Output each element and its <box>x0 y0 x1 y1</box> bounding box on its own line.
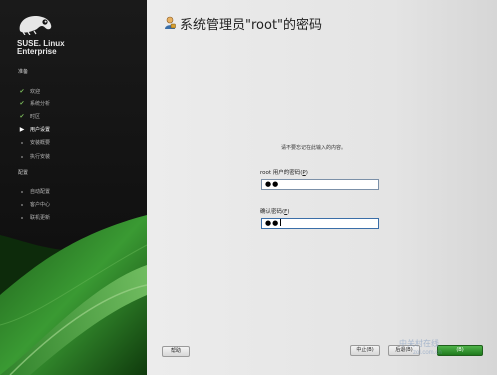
section-prepare-heading: 准备 <box>18 69 29 75</box>
text-caret <box>280 219 282 226</box>
main-panel: 系统管理员"root"的密码 请不要忘记在此输入的内容。 root 用户的密码(… <box>147 0 497 375</box>
brand-line-2: Enterprise <box>17 47 57 56</box>
abort-button[interactable]: 中止(B) <box>350 345 380 356</box>
decorative-green-wave <box>0 215 147 375</box>
current-step-arrow-icon: ▶ <box>19 126 25 133</box>
reminder-text: 请不要忘记在此输入的内容。 <box>281 145 347 151</box>
page-title: 系统管理员"root"的密码 <box>180 18 323 33</box>
step-timezone: ✔ 时区 <box>19 113 41 120</box>
bullet-icon <box>18 153 26 161</box>
step-perform-installation: 执行安装 <box>18 153 138 161</box>
next-button[interactable]: (B) <box>437 345 483 356</box>
sidebar: SUSE. Linux Enterprise 准备 ✔ 欢迎 ✔ 系统分析 ✔ … <box>0 0 147 375</box>
check-icon: ✔ <box>19 88 25 95</box>
help-button[interactable]: 帮助 <box>162 346 190 357</box>
step-system-analysis: ✔ 系统分析 <box>19 100 51 107</box>
check-icon: ✔ <box>19 113 25 120</box>
root-password-input[interactable]: ●● <box>261 179 379 190</box>
suse-chameleon-logo <box>19 16 52 35</box>
step-user-settings: ▶ 用户设置 <box>19 126 51 133</box>
user-lock-icon <box>165 16 176 29</box>
bullet-icon <box>18 139 26 147</box>
watermark: 中关村在线 zol.com.cn <box>399 339 442 356</box>
step-installation-summary: 安装概要 <box>18 139 138 147</box>
root-password-label: root 用户的密码(P) <box>260 170 308 176</box>
confirm-password-input[interactable]: ●● <box>261 218 379 229</box>
step-welcome: ✔ 欢迎 <box>19 88 41 95</box>
check-icon: ✔ <box>19 100 25 107</box>
confirm-password-label: 确认密码(F) <box>260 209 290 215</box>
